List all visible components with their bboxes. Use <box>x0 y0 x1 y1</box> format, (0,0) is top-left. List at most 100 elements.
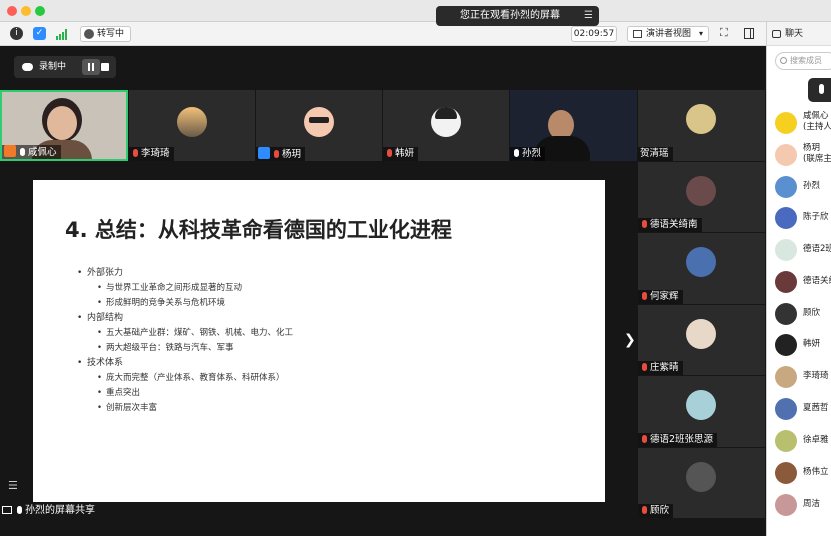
chevron-down-icon: ▾ <box>698 29 703 38</box>
mic-muted-icon <box>133 149 138 157</box>
screen-share-icon <box>2 506 12 514</box>
member-role: (联席主 <box>803 154 831 164</box>
member-row[interactable]: 李琦琦 <box>767 362 831 392</box>
member-name: 孙烈 <box>803 181 821 191</box>
avatar <box>775 430 797 452</box>
video-tile[interactable]: 孙烈 <box>510 90 637 161</box>
video-tile[interactable]: 李琦琦 <box>129 90 255 161</box>
video-tile[interactable]: 顾欣 <box>638 448 765 518</box>
video-tile[interactable]: 何家辉 <box>638 233 765 304</box>
member-name: 周洁 <box>803 499 821 509</box>
video-tile[interactable]: 韩妍 <box>383 90 509 161</box>
member-row[interactable]: 咸佩心 (主持人 <box>767 108 831 138</box>
signal-icon[interactable] <box>56 29 68 40</box>
avatar <box>775 271 797 293</box>
video-tile[interactable]: 德语2班张思源 <box>638 376 765 447</box>
menu-icon[interactable]: ☰ <box>584 6 593 26</box>
slide-bullets: 外部张力 与世界工业革命之间形成显著的互动 形成鲜明的竞争关系与危机环境 内部结… <box>77 266 293 416</box>
mic-toggle-button[interactable] <box>808 78 831 102</box>
fullscreen-icon[interactable]: ⛶ <box>720 26 728 40</box>
participant-name: 咸佩心 <box>28 147 57 158</box>
shield-icon[interactable]: ✓ <box>33 27 46 40</box>
avatar <box>775 303 797 325</box>
stop-recording-button[interactable] <box>101 63 109 71</box>
share-owner-label: 孙烈的屏幕共享 <box>25 505 95 516</box>
member-row[interactable]: 韩妍 <box>767 330 831 360</box>
side-panel-icon[interactable] <box>744 28 754 39</box>
member-row[interactable]: 德语2班 <box>767 235 831 265</box>
bullet-heading: 外部张力 <box>77 266 293 281</box>
member-row[interactable]: 杨玥 (联席主 <box>767 140 831 170</box>
member-name: 夏茜哲 <box>803 403 829 413</box>
member-row[interactable]: 周洁 <box>767 490 831 520</box>
video-tile[interactable]: 杨玥 <box>256 90 382 161</box>
avatar <box>775 176 797 198</box>
bullet-item: 重点突出 <box>77 386 293 401</box>
list-icon[interactable]: ☰ <box>8 479 18 492</box>
fullscreen-window-button[interactable] <box>35 6 45 16</box>
participant-name: 孙烈 <box>522 148 542 159</box>
recording-indicator: 录制中 <box>14 56 116 78</box>
bullet-heading: 内部结构 <box>77 311 293 326</box>
member-name: 顾欣 <box>803 308 821 318</box>
video-tile[interactable]: 德语关绮南 <box>638 162 765 232</box>
member-row[interactable]: 陈子欣 <box>767 203 831 233</box>
close-window-button[interactable] <box>7 6 17 16</box>
search-icon <box>780 57 787 64</box>
avatar <box>775 366 797 388</box>
participant-name: 杨玥 <box>282 149 302 160</box>
avatar <box>775 494 797 516</box>
member-row[interactable]: 孙烈 <box>767 172 831 202</box>
host-avatar-icon <box>258 147 270 159</box>
info-icon[interactable]: i <box>10 27 23 40</box>
chevron-right-icon[interactable]: ❯ <box>624 332 636 348</box>
meeting-timer: 02:09:57 <box>571 26 617 42</box>
video-tile[interactable]: 庄紫晴 <box>638 305 765 375</box>
avatar <box>775 462 797 484</box>
participant-name: 顾欣 <box>650 505 670 516</box>
participant-name: 李琦琦 <box>141 148 170 159</box>
recording-label: 录制中 <box>39 62 67 72</box>
video-tile[interactable]: 咸佩心 <box>0 90 128 161</box>
mic-muted-icon <box>387 149 392 157</box>
banner-text: 您正在观看孙烈的屏幕 <box>460 10 560 21</box>
member-search-input[interactable]: 搜索成员 <box>775 52 831 70</box>
mic-icon <box>17 506 22 514</box>
avatar <box>775 334 797 356</box>
avatar <box>775 239 797 261</box>
view-mode-button[interactable]: 演讲者视图 ▾ <box>627 26 709 42</box>
avatar <box>775 207 797 229</box>
participant-name: 贺清瑶 <box>640 148 669 159</box>
member-name: 李琦琦 <box>803 371 829 381</box>
video-tile[interactable]: 贺清瑶 <box>638 90 765 161</box>
mic-icon <box>20 148 25 156</box>
transcribe-button[interactable]: 转写中 <box>80 26 132 42</box>
meeting-area: 录制中 咸佩心 李琦琦 杨玥 韩妍 孙烈 贺清瑶 德语关绮南 何家辉 庄紫晴 德… <box>0 46 766 536</box>
member-row[interactable]: 顾欣 <box>767 299 831 329</box>
member-name: 韩妍 <box>803 339 821 349</box>
viewing-share-banner[interactable]: 您正在观看孙烈的屏幕 ☰ <box>436 6 599 26</box>
participants-panel: 聊天 搜索成员 咸佩心 (主持人 杨玥 (联席主 孙烈 陈子欣 德语2班 德语关… <box>766 22 831 536</box>
cloud-icon <box>22 63 33 71</box>
mic-icon <box>514 149 519 157</box>
member-row[interactable]: 徐卓雅 <box>767 426 831 456</box>
member-row[interactable]: 杨伟立 <box>767 458 831 488</box>
member-row[interactable]: 夏茜哲 <box>767 394 831 424</box>
title-bar <box>0 0 831 22</box>
host-avatar-icon <box>4 145 16 157</box>
member-row[interactable]: 德语关绮 <box>767 267 831 297</box>
participant-name: 德语2班张思源 <box>650 434 714 445</box>
search-placeholder: 搜索成员 <box>790 56 822 65</box>
bullet-item: 两大超级平台：铁路与汽车、军事 <box>77 341 293 356</box>
mic-muted-icon <box>642 220 647 228</box>
bullet-item: 庞大而完整（产业体系、教育体系、科研体系） <box>77 371 293 386</box>
minimize-window-button[interactable] <box>21 6 31 16</box>
member-name: 德语关绮 <box>803 276 831 286</box>
pause-recording-button[interactable] <box>82 59 100 75</box>
avatar <box>775 112 797 134</box>
meeting-toolbar: i ✓ 转写中 02:09:57 演讲者视图 ▾ ⛶ <box>0 22 766 46</box>
mic-muted-icon <box>642 506 647 514</box>
bullet-item: 五大基础产业群：煤矿、钢铁、机械、电力、化工 <box>77 326 293 341</box>
transcribe-label: 转写中 <box>97 29 125 39</box>
panel-header[interactable]: 聊天 <box>767 22 831 46</box>
